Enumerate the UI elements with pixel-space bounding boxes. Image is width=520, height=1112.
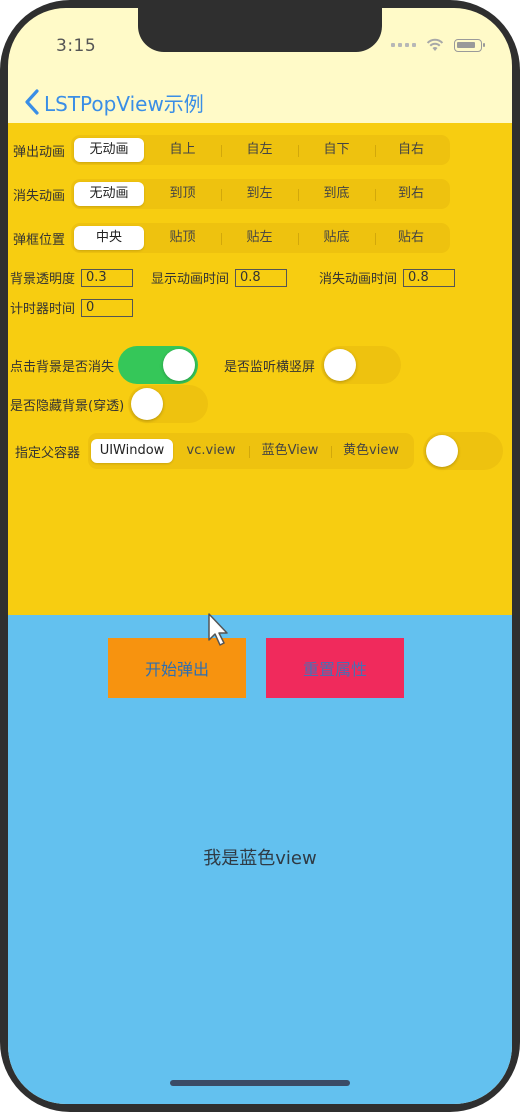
segment-option[interactable]: 自右	[375, 138, 447, 162]
navigation-bar: LSTPopView示例	[8, 80, 512, 124]
popup-position-label: 弹框位置	[13, 232, 66, 248]
dismiss-animation-segment: 无动画 到顶 到左 到底 到右	[71, 179, 451, 209]
status-time: 3:15	[56, 36, 97, 56]
cellular-signal-icon	[391, 43, 416, 47]
parent-container-row: 指定父容器 UIWindow vc.view 蓝色View 黄色view	[8, 432, 504, 470]
show-duration-input[interactable]: 0.8	[235, 268, 288, 287]
notch	[138, 8, 382, 52]
hide-bg-switch[interactable]	[128, 385, 209, 423]
segment-option[interactable]: vc.view	[173, 439, 249, 463]
popup-animation-label: 弹出动画	[13, 144, 66, 160]
timer-input[interactable]: 0	[81, 298, 134, 317]
dismiss-duration-input[interactable]: 0.8	[403, 268, 456, 287]
hide-bg-row: 是否隐藏背景(穿透)	[8, 385, 209, 423]
reset-attributes-button[interactable]: 重置属性	[266, 638, 404, 698]
dismiss-animation-label: 消失动画	[13, 188, 66, 204]
show-duration-label: 显示动画时间	[151, 272, 230, 287]
segment-option[interactable]: 蓝色View	[249, 439, 331, 463]
segment-option[interactable]: 贴左	[221, 226, 298, 250]
bg-opacity-input[interactable]: 0.3	[81, 268, 134, 287]
screen: 3:15 LSTPopView示例 弹出动画 无动画 自上 自左 自下 自右 消…	[8, 8, 512, 1104]
segment-option[interactable]: 自左	[221, 138, 298, 162]
segment-option[interactable]: UIWindow	[91, 439, 174, 463]
popup-animation-row: 弹出动画 无动画 自上 自左 自下 自右	[8, 135, 451, 165]
blue-view-label: 我是蓝色view	[203, 848, 317, 869]
parent-container-segment: UIWindow vc.view 蓝色View 黄色view	[88, 433, 415, 469]
status-icons	[391, 38, 485, 52]
popup-position-row: 弹框位置 中央 贴顶 贴左 贴底 贴右	[8, 223, 451, 253]
back-button[interactable]: LSTPopView示例	[24, 88, 204, 117]
segment-option[interactable]: 到顶	[144, 182, 221, 206]
popup-position-segment: 中央 贴顶 贴左 贴底 贴右	[71, 223, 451, 253]
parent-container-label: 指定父容器	[15, 445, 81, 461]
wifi-icon	[426, 38, 444, 51]
segment-option[interactable]: 无动画	[74, 182, 145, 206]
timer-row: 计时器时间 0	[8, 298, 134, 317]
timer-label: 计时器时间	[10, 302, 76, 317]
segment-option[interactable]: 无动画	[74, 138, 145, 162]
segment-option[interactable]: 自上	[144, 138, 221, 162]
bg-opacity-label: 背景透明度	[10, 272, 76, 287]
switch-knob	[163, 349, 196, 381]
tap-bg-dismiss-switch[interactable]	[118, 346, 199, 384]
dismiss-duration-label: 消失动画时间	[319, 272, 398, 287]
segment-option[interactable]: 到底	[298, 182, 375, 206]
nav-title: LSTPopView示例	[44, 91, 204, 116]
segment-option[interactable]: 到右	[375, 182, 447, 206]
parent-container-switch[interactable]	[423, 432, 504, 470]
segment-option[interactable]: 贴右	[375, 226, 447, 250]
listen-orientation-label: 是否监听横竖屏	[224, 359, 316, 375]
chevron-left-icon	[25, 89, 39, 115]
switch-knob	[131, 388, 164, 420]
hide-bg-label: 是否隐藏背景(穿透)	[10, 398, 125, 414]
switch-knob	[426, 435, 459, 467]
segment-option[interactable]: 到左	[221, 182, 298, 206]
segment-option[interactable]: 贴底	[298, 226, 375, 250]
battery-icon	[454, 38, 485, 52]
tap-bg-row: 点击背景是否消失 是否监听横竖屏	[8, 346, 402, 384]
listen-orientation-switch[interactable]	[321, 346, 402, 384]
popup-animation-segment: 无动画 自上 自左 自下 自右	[71, 135, 451, 165]
dismiss-animation-row: 消失动画 无动画 到顶 到左 到底 到右	[8, 179, 451, 209]
mouse-pointer-icon	[208, 613, 228, 646]
segment-option[interactable]: 自下	[298, 138, 375, 162]
home-indicator	[170, 1080, 350, 1086]
segment-option[interactable]: 贴顶	[144, 226, 221, 250]
segment-option[interactable]: 黄色view	[331, 439, 411, 463]
tap-bg-dismiss-label: 点击背景是否消失	[10, 359, 115, 375]
timing-fields-row: 背景透明度 0.3 显示动画时间 0.8 消失动画时间 0.8	[8, 268, 456, 287]
segment-option[interactable]: 中央	[74, 226, 145, 250]
switch-knob	[324, 349, 357, 381]
phone-frame: 3:15 LSTPopView示例 弹出动画 无动画 自上 自左 自下 自右 消…	[0, 0, 520, 1112]
